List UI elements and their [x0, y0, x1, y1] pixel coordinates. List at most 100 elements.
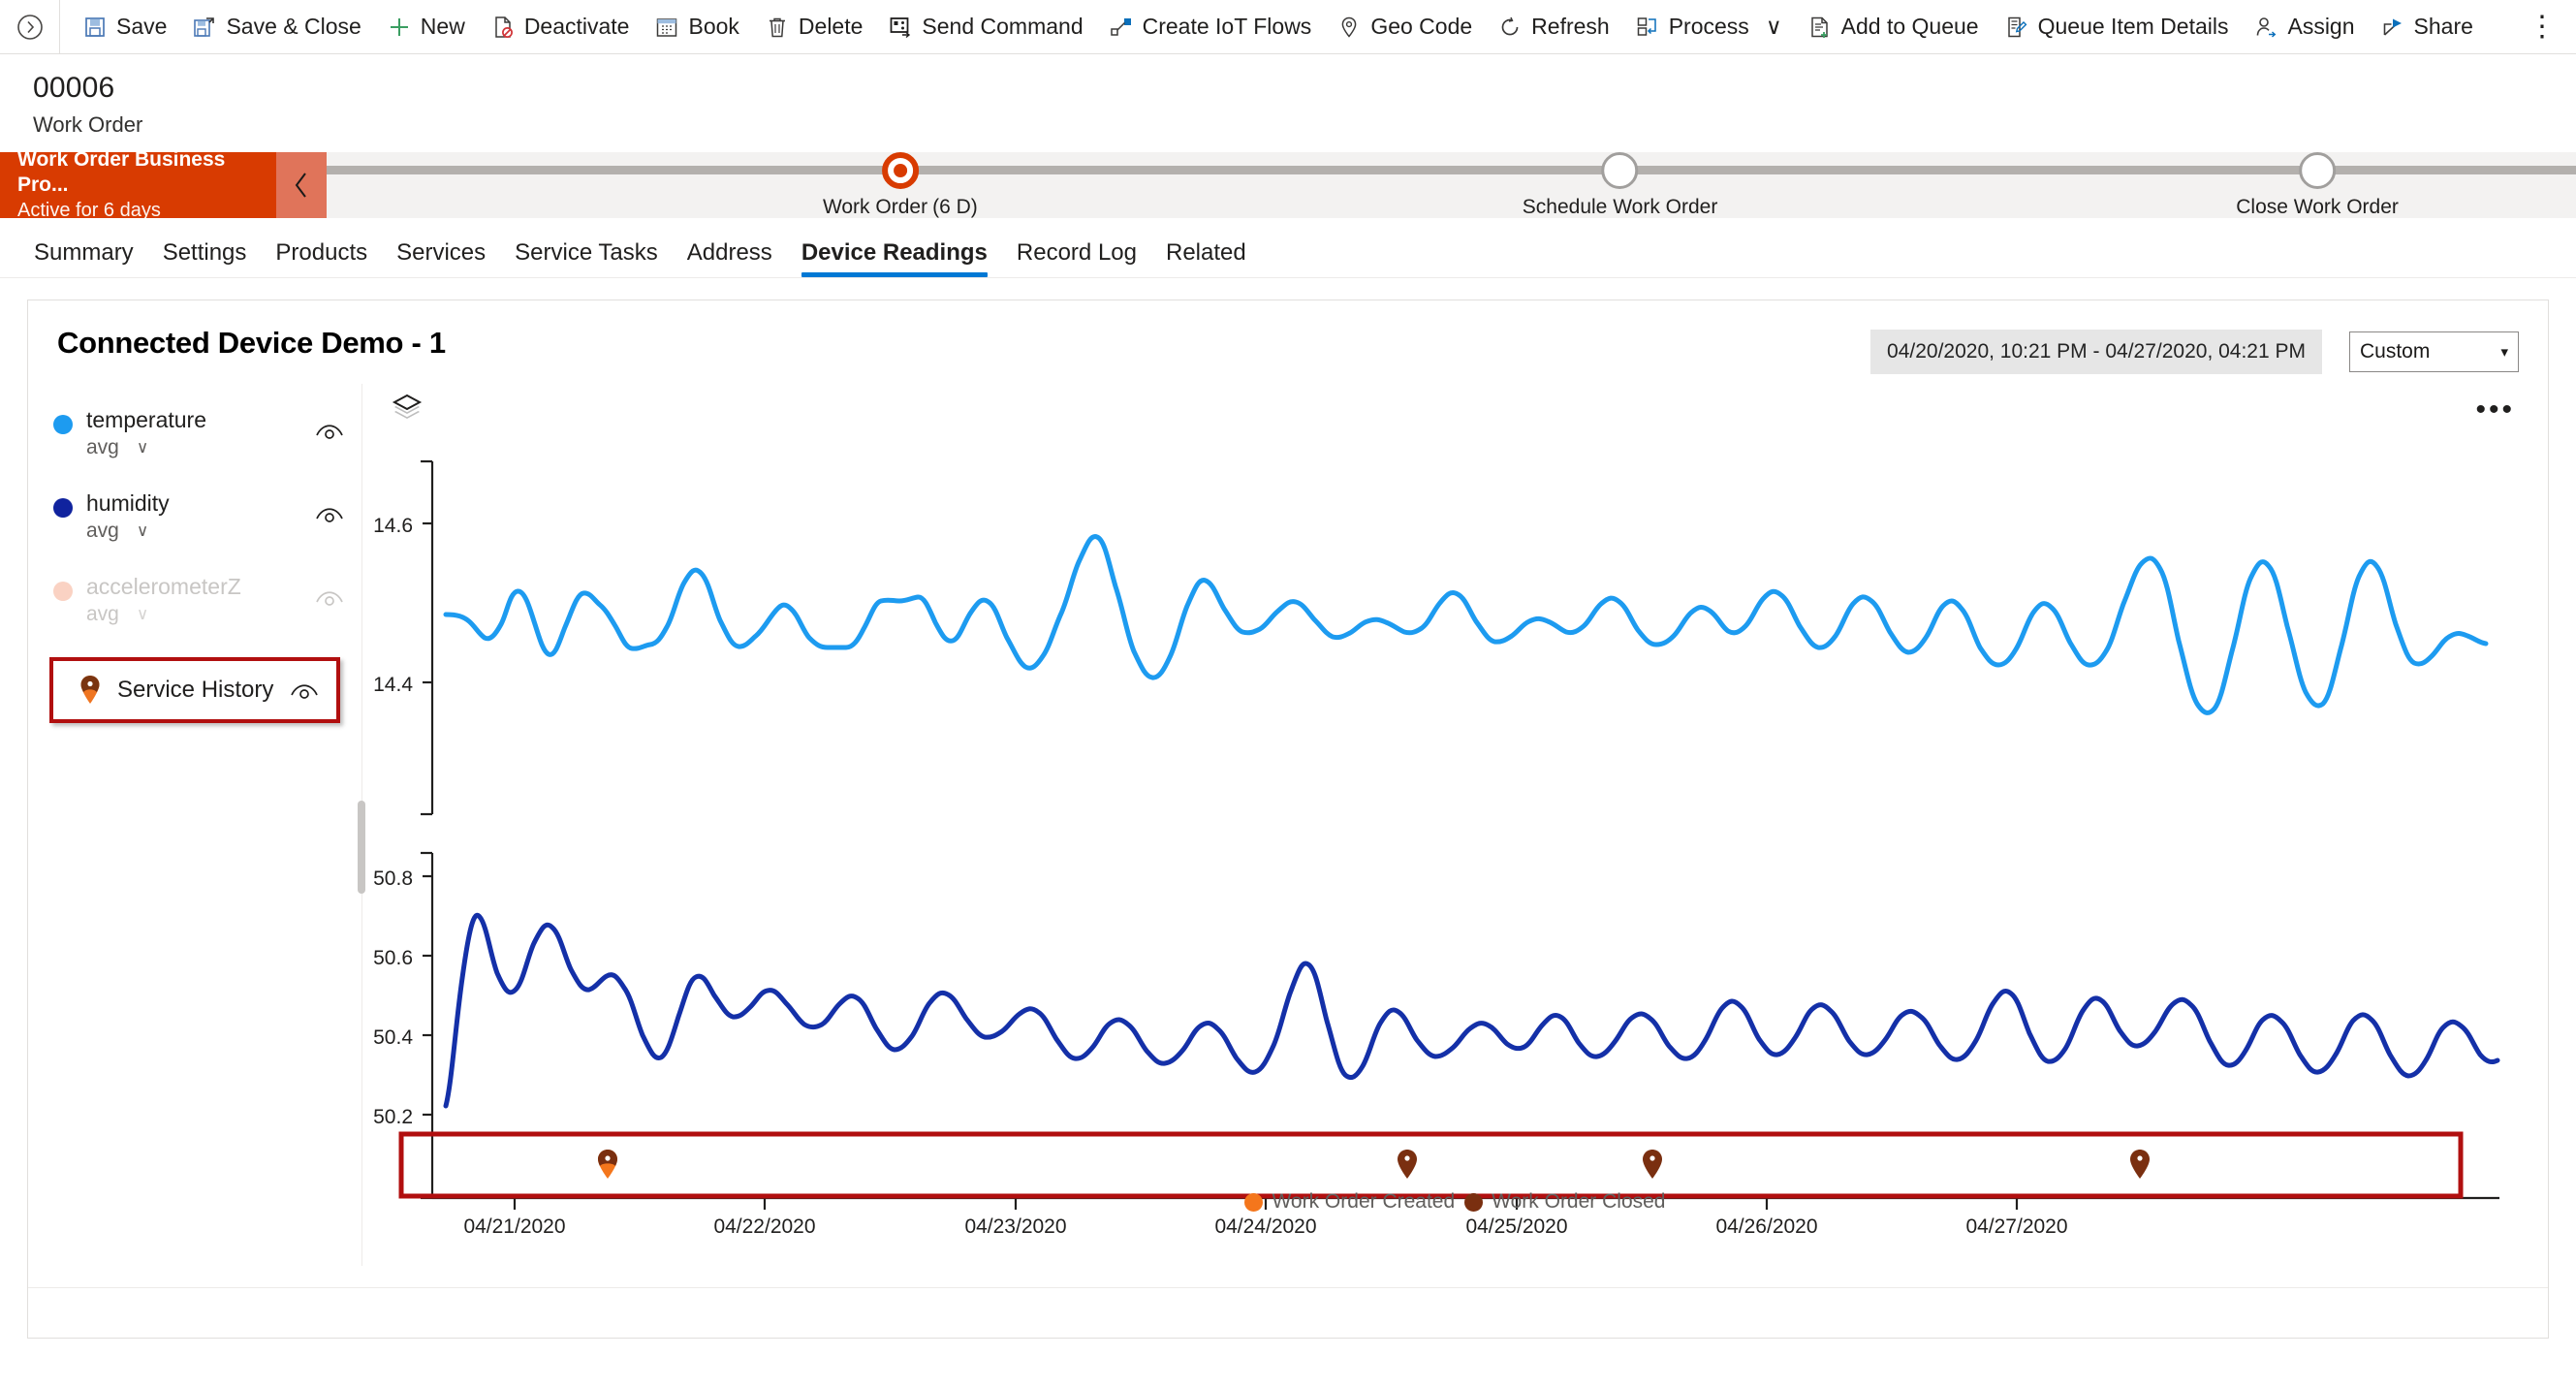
- bpf-stage-work-order[interactable]: Work Order (6 D): [823, 152, 978, 219]
- y-tick-humidity-506: 50.6: [373, 947, 413, 969]
- process-button[interactable]: Process ∨: [1622, 0, 1795, 53]
- x-tick-6: 04/27/2020: [1965, 1215, 2067, 1238]
- save-close-icon: [192, 15, 217, 40]
- legend-name-service-history: Service History: [117, 677, 274, 704]
- chart-body: temperature avg ∨ humidity avg ∨ acceler…: [28, 384, 2548, 1266]
- device-readings-card: Connected Device Demo - 1 04/20/2020, 10…: [27, 300, 2549, 1339]
- bpf-stage-marker-idle-2: [2299, 152, 2337, 189]
- chart-header: Connected Device Demo - 1 04/20/2020, 10…: [28, 300, 2548, 374]
- event-marker-work-order-closed-3[interactable]: [2130, 1150, 2150, 1179]
- chevron-down-icon[interactable]: ∨: [1766, 14, 1782, 40]
- x-tick-1: 04/22/2020: [713, 1215, 815, 1238]
- visibility-toggle-service-history[interactable]: [290, 680, 319, 700]
- expand-panel-button[interactable]: [0, 0, 60, 53]
- tab-services[interactable]: Services: [382, 239, 500, 277]
- y-tick-temperature-144: 14.4: [373, 674, 413, 696]
- deactivate-button[interactable]: Deactivate: [478, 0, 643, 53]
- bpf-collapse-button[interactable]: [276, 152, 327, 218]
- legend-item-accelerometerz[interactable]: accelerometerZ avg ∨: [28, 574, 361, 634]
- command-bar-overflow-button[interactable]: ⋮: [2514, 0, 2576, 53]
- send-command-button[interactable]: Send Command: [875, 0, 1095, 53]
- visibility-toggle-accelerometerz[interactable]: [315, 587, 344, 607]
- chevron-right-circle-icon: [16, 14, 43, 40]
- y-tick-temperature-146: 14.6: [373, 515, 413, 537]
- legend-swatch-temperature: [53, 415, 73, 434]
- chart-bottom-legend: Work Order Created Work Order Closed: [362, 1190, 2548, 1214]
- trash-icon: [765, 15, 790, 40]
- tab-record-log[interactable]: Record Log: [1002, 239, 1151, 277]
- eye-icon: [316, 508, 343, 522]
- visibility-toggle-temperature[interactable]: [315, 421, 344, 440]
- tab-settings[interactable]: Settings: [148, 239, 262, 277]
- share-button-label: Share: [2413, 14, 2473, 39]
- eye-icon: [316, 591, 343, 606]
- event-marker-work-order-closed-1[interactable]: [1398, 1150, 1417, 1179]
- legend-texts-humidity: humidity avg ∨: [86, 490, 170, 543]
- record-header: 00006 Work Order: [0, 54, 2576, 138]
- y-tick-humidity-502: 50.2: [373, 1106, 413, 1128]
- tab-device-readings[interactable]: Device Readings: [787, 239, 1002, 277]
- delete-button-label: Delete: [798, 14, 864, 39]
- legend-item-temperature[interactable]: temperature avg ∨: [28, 407, 361, 467]
- event-marker-work-order-closed-2[interactable]: [1643, 1150, 1662, 1179]
- chevron-left-icon: [295, 173, 306, 198]
- legend-name-humidity: humidity: [86, 490, 170, 516]
- book-button-label: Book: [688, 14, 739, 39]
- tab-summary[interactable]: Summary: [19, 239, 148, 277]
- range-preset-select[interactable]: Custom ▾: [2349, 331, 2519, 372]
- bpf-track: Work Order (6 D) Schedule Work Order Clos…: [327, 152, 2576, 218]
- delete-button[interactable]: Delete: [752, 0, 875, 53]
- deactivate-icon: [490, 15, 516, 40]
- legend-swatch-accelerometerz: [53, 582, 73, 601]
- device-readings-plot: 14.6 14.4 50.8 50.6 50.4 50.2 04/21/2020…: [373, 459, 2500, 1238]
- bpf-stage-marker-idle-1: [1601, 152, 1639, 189]
- bpf-stage-label-2: Close Work Order: [2236, 196, 2399, 218]
- assign-user-icon: [2253, 15, 2278, 40]
- legend-agg-value-accelerometerz: avg: [86, 603, 119, 626]
- save-and-close-button[interactable]: Save & Close: [179, 0, 373, 53]
- legend-item-humidity[interactable]: humidity avg ∨: [28, 490, 361, 551]
- bpf-stage-title: Work Order Business Pro...: [17, 147, 226, 196]
- share-icon: [2380, 15, 2405, 40]
- legend-agg-temperature[interactable]: avg ∨: [86, 436, 206, 459]
- legend-swatch-humidity: [53, 498, 73, 518]
- book-button[interactable]: Book: [642, 0, 751, 53]
- tab-service-tasks[interactable]: Service Tasks: [500, 239, 673, 277]
- service-history-marker-lane[interactable]: [398, 1131, 2464, 1199]
- series-line-humidity: [443, 912, 2500, 1109]
- date-range-display[interactable]: 04/20/2020, 10:21 PM - 04/27/2020, 04:21…: [1870, 330, 2322, 374]
- assign-button[interactable]: Assign: [2241, 0, 2367, 53]
- add-to-queue-button[interactable]: Add to Queue: [1795, 0, 1992, 53]
- map-pin-icon: [1336, 15, 1362, 40]
- event-marker-work-order-created[interactable]: [598, 1150, 617, 1179]
- new-button[interactable]: New: [374, 0, 478, 53]
- refresh-button[interactable]: Refresh: [1485, 0, 1622, 53]
- legend-agg-humidity[interactable]: avg ∨: [86, 520, 170, 543]
- bottom-legend-item-closed[interactable]: Work Order Closed: [1464, 1190, 1666, 1214]
- bpf-stage-close-work-order[interactable]: Close Work Order: [2236, 152, 2399, 219]
- share-button[interactable]: Share: [2368, 0, 2486, 53]
- tab-address[interactable]: Address: [673, 239, 787, 277]
- tab-products[interactable]: Products: [261, 239, 382, 277]
- bpf-stage-label-1: Schedule Work Order: [1522, 196, 1718, 218]
- send-command-button-label: Send Command: [922, 14, 1084, 39]
- business-process-flow: Work Order Business Pro... Active for 6 …: [0, 148, 2576, 221]
- queue-item-details-button[interactable]: Queue Item Details: [1992, 0, 2242, 53]
- temperature-axis: 14.6 14.4: [373, 459, 434, 816]
- bottom-legend-item-created[interactable]: Work Order Created: [1244, 1190, 1455, 1214]
- create-iot-flows-button[interactable]: Create IoT Flows: [1096, 0, 1325, 53]
- tab-related[interactable]: Related: [1151, 239, 1261, 277]
- geo-code-button[interactable]: Geo Code: [1324, 0, 1485, 53]
- legend-name-accelerometerz: accelerometerZ: [86, 574, 241, 599]
- legend-agg-accelerometerz[interactable]: avg ∨: [86, 603, 241, 626]
- map-pin-icon: [79, 675, 102, 706]
- save-button[interactable]: Save: [70, 0, 179, 53]
- legend-item-service-history[interactable]: Service History: [49, 657, 340, 723]
- legend-dot-work-order-created: [1244, 1192, 1264, 1212]
- bpf-current-stage[interactable]: Work Order Business Pro... Active for 6 …: [0, 148, 276, 221]
- visibility-toggle-humidity[interactable]: [315, 504, 344, 523]
- form-tab-strip: Summary Settings Products Services Servi…: [0, 218, 2576, 278]
- range-preset-value: Custom: [2360, 340, 2431, 363]
- bpf-stage-schedule-work-order[interactable]: Schedule Work Order: [1522, 152, 1718, 219]
- record-id: 00006: [33, 72, 115, 104]
